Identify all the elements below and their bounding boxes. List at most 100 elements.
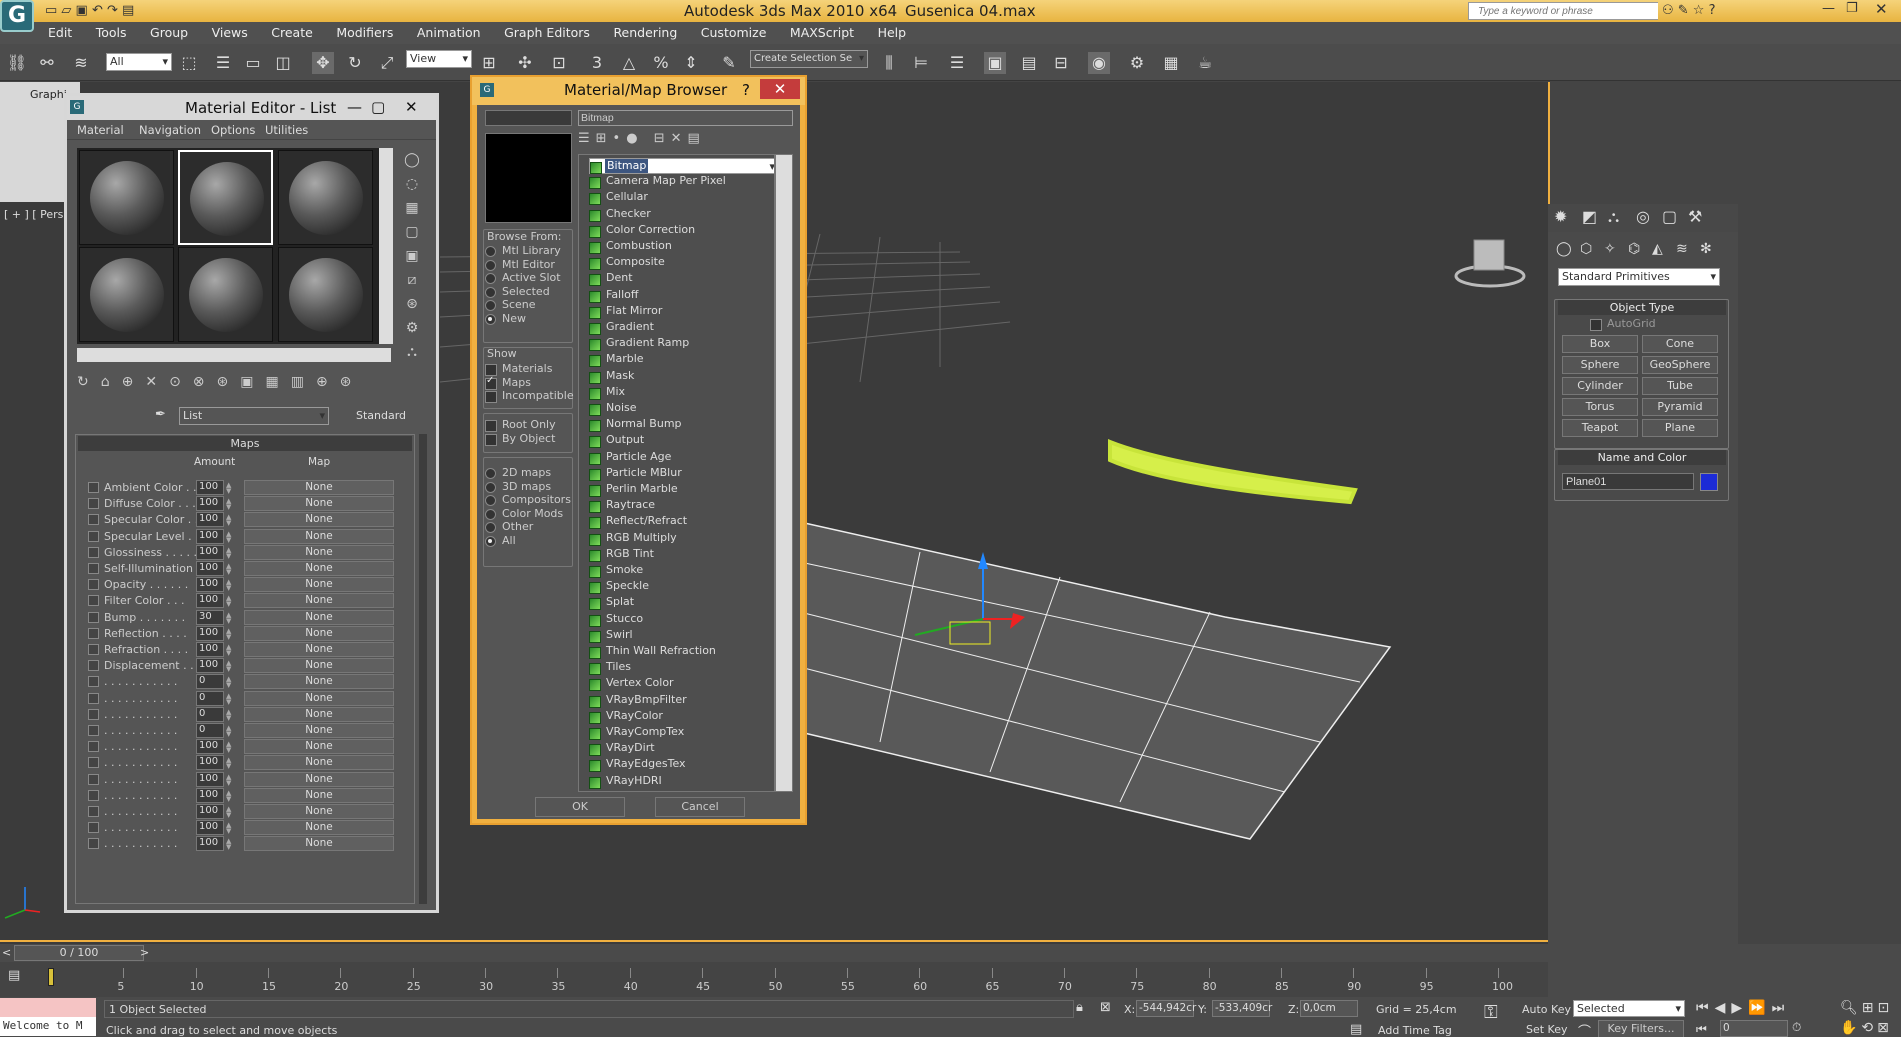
hierarchy-tab-icon[interactable]: ⛬: [1608, 207, 1619, 227]
box-button[interactable]: Box: [1562, 335, 1638, 353]
map-amount-field[interactable]: 100: [196, 642, 224, 657]
map-amount-spinner[interactable]: ▲ ▼: [226, 692, 231, 705]
map-slot-button[interactable]: None: [244, 804, 394, 819]
z-coordinate-field[interactable]: 0,0cm: [1300, 1000, 1358, 1017]
map-list-scrollbar[interactable]: [775, 154, 793, 792]
browser-search-input[interactable]: [578, 110, 793, 126]
manipulate-icon[interactable]: ✣: [514, 52, 536, 74]
restore-button[interactable]: ❐: [1846, 1, 1858, 16]
map-amount-field[interactable]: 100: [196, 804, 224, 819]
map-item[interactable]: VRayHDRI: [589, 774, 774, 790]
category-all[interactable]: All: [485, 534, 565, 549]
map-amount-spinner[interactable]: ▲ ▼: [226, 595, 231, 608]
map-amount-spinner[interactable]: ▲ ▼: [226, 741, 231, 754]
key-filters-button[interactable]: Key Filters...: [1598, 1020, 1684, 1037]
map-item[interactable]: Camera Map Per Pixel: [589, 174, 774, 190]
set-key-button[interactable]: Set Key: [1526, 1023, 1568, 1036]
mini-curve-editor-icon[interactable]: ▤: [8, 968, 20, 983]
cameras-icon[interactable]: ⌬: [1628, 241, 1640, 257]
menu-tools[interactable]: Tools: [86, 22, 137, 40]
map-amount-spinner[interactable]: ▲ ▼: [226, 676, 231, 689]
map-item[interactable]: Vertex Color: [589, 676, 774, 692]
map-item[interactable]: Thin Wall Refraction: [589, 644, 774, 660]
map-enable-checkbox[interactable]: [88, 579, 99, 591]
map-enable-checkbox[interactable]: [88, 644, 99, 655]
map-slot-button[interactable]: None: [244, 739, 394, 755]
map-slot-button[interactable]: None: [244, 642, 394, 657]
map-amount-field[interactable]: 100: [196, 625, 224, 641]
close-button[interactable]: ✕: [1875, 0, 1888, 18]
time-config-icon[interactable]: ⏱: [1792, 1020, 1801, 1035]
map-amount-field[interactable]: 100: [196, 544, 224, 560]
render-setup-icon[interactable]: ⚙: [1126, 52, 1148, 74]
search-input[interactable]: [1478, 3, 1658, 19]
map-enable-checkbox[interactable]: [88, 546, 99, 558]
pivot-center-icon[interactable]: ⊞: [478, 52, 500, 74]
map-enable-checkbox[interactable]: [88, 757, 99, 769]
key-mode-dropdown[interactable]: Selected: [1573, 1000, 1685, 1017]
motion-tab-icon[interactable]: ◎: [1636, 207, 1650, 226]
select-move-icon[interactable]: ✥: [312, 52, 334, 74]
map-amount-spinner[interactable]: ▲ ▼: [226, 530, 231, 543]
map-amount-spinner[interactable]: ▲ ▼: [226, 482, 231, 495]
map-amount-field[interactable]: 100: [196, 787, 224, 803]
me-close-button[interactable]: ✕: [405, 95, 418, 119]
geosphere-button[interactable]: GeoSphere: [1642, 356, 1718, 374]
menu-rendering[interactable]: Rendering: [603, 22, 687, 40]
maxscript-listener-top[interactable]: [0, 998, 96, 1017]
map-item[interactable]: VRayDirt: [589, 741, 774, 757]
map-slot-button[interactable]: None: [244, 480, 394, 495]
time-marker[interactable]: [48, 968, 54, 986]
map-enable-checkbox[interactable]: [88, 514, 99, 526]
map-slot-button[interactable]: None: [244, 755, 394, 771]
map-item[interactable]: VRayEdgesTex: [589, 757, 774, 773]
map-enable-checkbox[interactable]: [88, 838, 99, 850]
menu-maxscript[interactable]: MAXScript: [780, 22, 864, 40]
ok-button[interactable]: OK: [535, 797, 625, 817]
me-menu-material[interactable]: Material: [77, 123, 124, 137]
map-item[interactable]: Perlin Marble: [589, 482, 774, 498]
map-amount-field[interactable]: 100: [196, 577, 224, 593]
tube-button[interactable]: Tube: [1642, 377, 1718, 395]
map-amount-field[interactable]: 100: [196, 658, 224, 674]
time-tag-icon[interactable]: ▤: [1350, 1022, 1362, 1037]
map-amount-field[interactable]: 100: [196, 755, 224, 771]
sample-side-tools[interactable]: ◯ ◌ ▦ ▢ ▣ ⧄ ⊛ ⚙ ⛬: [397, 148, 427, 368]
map-amount-spinner[interactable]: ▲ ▼: [226, 611, 231, 624]
selection-filter-dropdown[interactable]: All: [106, 53, 172, 71]
angle-snap-icon[interactable]: △: [618, 52, 640, 74]
map-enable-checkbox[interactable]: [88, 708, 99, 720]
map-item[interactable]: Cellular: [589, 190, 774, 206]
menu-views[interactable]: Views: [202, 22, 258, 40]
map-item[interactable]: VRayCompTex: [589, 725, 774, 741]
map-enable-checkbox[interactable]: [88, 692, 99, 704]
viewport-nav-icons[interactable]: 🔍︎⊞⊡: [1840, 1000, 1893, 1016]
keyboard-shortcut-icon[interactable]: ⊡: [548, 52, 570, 74]
map-enable-checkbox[interactable]: [88, 482, 99, 493]
map-amount-field[interactable]: 0: [196, 674, 224, 690]
key-tangent-icon[interactable]: ⌒: [1578, 1021, 1591, 1037]
timeslider-prev[interactable]: <: [2, 946, 11, 959]
map-amount-spinner[interactable]: ▲ ▼: [226, 660, 231, 673]
map-item[interactable]: Reflect/Refract: [589, 514, 774, 530]
map-amount-field[interactable]: 100: [196, 528, 224, 544]
map-amount-field[interactable]: 30: [196, 609, 224, 625]
material-editor-icon[interactable]: ◉: [1088, 52, 1110, 74]
ribbon-tab-label[interactable]: Graphi: [30, 88, 67, 101]
map-item[interactable]: Bitmap: [589, 158, 774, 174]
material-type-button[interactable]: Standard: [337, 407, 425, 425]
map-item[interactable]: Speckle: [589, 579, 774, 595]
map-amount-spinner[interactable]: ▲ ▼: [226, 498, 231, 511]
map-enable-checkbox[interactable]: [88, 627, 99, 639]
create-tab-icon[interactable]: ✹: [1554, 207, 1567, 226]
map-enable-checkbox[interactable]: [88, 822, 99, 834]
snaps-toggle-icon[interactable]: 3: [586, 52, 608, 74]
map-item[interactable]: Gradient: [589, 320, 774, 336]
menu-create[interactable]: Create: [261, 22, 323, 40]
timeslider-next[interactable]: >: [140, 946, 149, 959]
maxscript-listener[interactable]: Welcome to M: [0, 1017, 96, 1036]
pick-material-icon[interactable]: ✒: [155, 407, 166, 422]
map-item[interactable]: RGB Tint: [589, 547, 774, 563]
sample-slot-5[interactable]: [178, 247, 273, 342]
teapot-button[interactable]: Teapot: [1562, 419, 1638, 437]
